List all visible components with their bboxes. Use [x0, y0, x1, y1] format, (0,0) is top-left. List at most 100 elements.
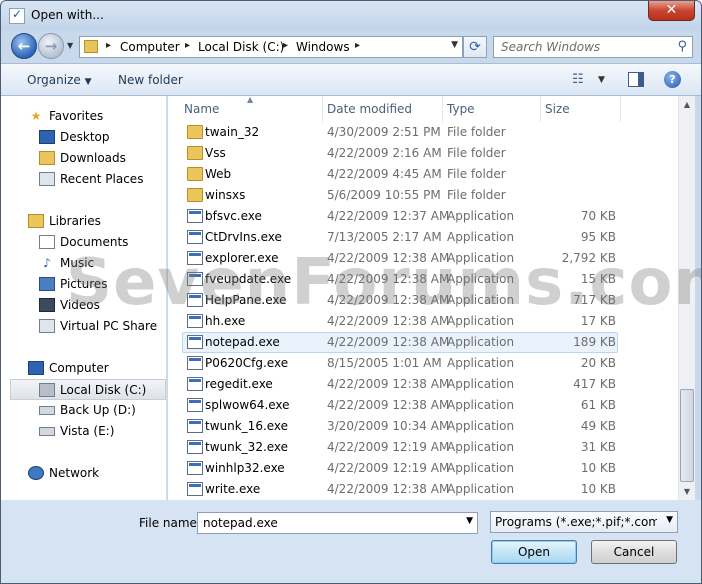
scroll-thumb[interactable] — [680, 389, 694, 482]
file-date: 4/22/2009 12:38 AM — [327, 335, 450, 349]
nav-favorites[interactable]: ★ Favorites — [1, 106, 166, 127]
change-view-icon[interactable]: ☷ — [572, 72, 584, 87]
vertical-scrollbar[interactable]: ▲ ▼ — [678, 96, 695, 500]
music-icon: ♪ — [43, 256, 51, 270]
file-row[interactable]: twunk_32.exe 4/22/2009 12:19 AM Applicatio… — [168, 437, 678, 458]
file-row[interactable]: fveupdate.exe 4/22/2009 12:38 AM Applicati… — [168, 269, 678, 290]
downloads-icon — [39, 151, 55, 165]
recent-locations-dropdown[interactable]: ▼ — [67, 41, 73, 50]
address-bar[interactable]: ▸ Computer ▸ Local Disk (C:) ▸ Windows ▸… — [79, 36, 463, 58]
file-name: splwow64.exe — [205, 398, 290, 412]
file-row[interactable]: bfsvc.exe 4/22/2009 12:37 AM Application 70… — [168, 206, 678, 227]
address-dropdown-icon[interactable]: ▼ — [451, 40, 458, 50]
file-date: 4/22/2009 12:38 AM — [327, 377, 450, 391]
back-button[interactable]: ← — [11, 33, 37, 59]
nav-documents[interactable]: Documents — [1, 232, 166, 253]
forward-arrow-icon: → — [44, 37, 58, 55]
nav-music[interactable]: ♪ Music — [1, 253, 166, 274]
forward-button[interactable]: → — [38, 33, 64, 59]
column-header-size[interactable]: Size — [541, 96, 621, 122]
nav-videos[interactable]: Videos — [1, 295, 166, 316]
file-row[interactable]: regedit.exe 4/22/2009 12:38 AM Application… — [168, 374, 678, 395]
file-row[interactable]: winsxs 5/6/2009 10:55 PM File folder — [168, 185, 678, 206]
file-name: twunk_32.exe — [205, 440, 289, 454]
file-type: Application — [447, 272, 515, 286]
cancel-button[interactable]: Cancel — [591, 540, 677, 564]
search-input[interactable]: Search Windows ⚲ — [493, 36, 693, 58]
column-header-type[interactable]: Type — [443, 96, 541, 122]
file-row[interactable]: splwow64.exe 4/22/2009 12:38 AM Applicatio… — [168, 395, 678, 416]
nav-desktop[interactable]: Desktop — [1, 127, 166, 148]
file-row[interactable]: Vss 4/22/2009 2:16 AM File folder — [168, 143, 678, 164]
breadcrumb-separator-icon[interactable]: ▸ — [283, 40, 288, 51]
new-folder-button[interactable]: New folder — [118, 73, 183, 87]
breadcrumb-windows[interactable]: Windows — [296, 40, 350, 54]
libraries-icon — [28, 214, 44, 228]
file-row[interactable]: write.exe 4/22/2009 12:38 AM Application 10… — [168, 479, 678, 500]
file-date: 8/15/2005 1:01 AM — [327, 356, 442, 370]
nav-vista-e[interactable]: Vista (E:) — [1, 421, 166, 442]
file-row[interactable]: CtDrvIns.exe 7/13/2005 2:17 AM Application… — [168, 227, 678, 248]
nav-pictures[interactable]: Pictures — [1, 274, 166, 295]
file-row[interactable]: explorer.exe 4/22/2009 12:38 AM Applicatio… — [168, 248, 678, 269]
file-row[interactable]: Web 4/22/2009 4:45 AM File folder — [168, 164, 678, 185]
close-button[interactable]: ✕ — [648, 1, 695, 21]
file-row[interactable]: P0620Cfg.exe 8/15/2005 1:01 AM Application… — [168, 353, 678, 374]
scroll-up-icon[interactable]: ▲ — [679, 96, 695, 113]
refresh-button[interactable]: ⟳ — [463, 36, 487, 58]
breadcrumb-separator-icon[interactable]: ▸ — [185, 40, 190, 51]
file-row[interactable]: notepad.exe 4/22/2009 12:38 AM Application… — [168, 332, 678, 353]
file-row[interactable]: winhlp32.exe 4/22/2009 12:19 AM Applicatio… — [168, 458, 678, 479]
application-icon — [187, 314, 203, 328]
file-type-filter-select[interactable]: Programs (*.exe;*.pif;*.com;*.ba ▼ — [490, 511, 678, 533]
file-row[interactable]: hh.exe 4/22/2009 12:38 AM Application 17 KB — [168, 311, 678, 332]
organize-button[interactable]: Organize ▼ — [27, 73, 92, 87]
nav-local-disk-c[interactable]: Local Disk (C:) — [10, 379, 166, 400]
view-options-dropdown-icon[interactable]: ▼ — [598, 75, 605, 85]
nav-local-disk-label: Local Disk (C:) — [60, 383, 147, 397]
file-type: File folder — [447, 125, 506, 139]
file-name: winhlp32.exe — [205, 461, 285, 475]
chevron-down-icon[interactable]: ▼ — [466, 516, 473, 526]
nav-recent-places[interactable]: Recent Places — [1, 169, 166, 190]
column-header-name[interactable]: Name ▲ — [168, 95, 323, 122]
file-type: Application — [447, 461, 515, 475]
file-name: CtDrvIns.exe — [205, 230, 282, 244]
file-size: 31 KB — [580, 440, 616, 454]
file-size: 17 KB — [580, 314, 616, 328]
nav-network[interactable]: Network — [1, 463, 166, 484]
nav-downloads[interactable]: Downloads — [1, 148, 166, 169]
navigation-bar: ← → ▼ ▸ Computer ▸ Local Disk (C:) ▸ Win… — [1, 31, 701, 63]
nav-computer[interactable]: Computer — [1, 358, 166, 379]
file-row[interactable]: twain_32 4/30/2009 2:51 PM File folder — [168, 122, 678, 143]
column-name-label: Name — [184, 102, 220, 116]
file-date: 4/22/2009 12:38 AM — [327, 482, 450, 496]
scroll-down-icon[interactable]: ▼ — [679, 483, 695, 500]
breadcrumb-computer[interactable]: Computer — [120, 40, 180, 54]
breadcrumb-local-disk[interactable]: Local Disk (C:) — [198, 40, 284, 54]
column-header-date[interactable]: Date modified — [323, 96, 443, 122]
open-button[interactable]: Open — [491, 540, 577, 564]
help-icon[interactable]: ? — [664, 71, 681, 88]
file-name-input[interactable]: notepad.exe ▼ — [197, 512, 478, 534]
search-placeholder: Search Windows — [501, 40, 601, 54]
nav-virtual-pc-share[interactable]: Virtual PC Share — [1, 316, 166, 337]
navigation-pane: ★ Favorites Desktop Downloads Recent Pla… — [1, 96, 167, 500]
file-type: File folder — [447, 167, 506, 181]
file-date: 3/20/2009 10:34 AM — [327, 419, 450, 433]
file-date: 4/22/2009 12:37 AM — [327, 209, 450, 223]
file-date: 4/22/2009 12:19 AM — [327, 440, 450, 454]
search-icon[interactable]: ⚲ — [677, 39, 687, 54]
command-bar: Organize ▼ New folder ☷ ▼ ? — [1, 63, 701, 96]
file-row[interactable]: HelpPane.exe 4/22/2009 12:38 AM Applicatio… — [168, 290, 678, 311]
dialog-title: Open with... — [31, 8, 104, 22]
breadcrumb-separator-icon[interactable]: ▸ — [106, 40, 111, 51]
nav-virtual-pc-share-label: Virtual PC Share — [60, 319, 158, 333]
nav-back-up-d[interactable]: Back Up (D:) — [1, 400, 166, 421]
preview-pane-icon[interactable] — [628, 72, 644, 87]
share-icon — [39, 319, 55, 333]
file-row[interactable]: twunk_16.exe 3/20/2009 10:34 AM Applicatio… — [168, 416, 678, 437]
nav-libraries[interactable]: Libraries — [1, 211, 166, 232]
breadcrumb-separator-icon[interactable]: ▸ — [355, 40, 360, 51]
nav-favorites-label: Favorites — [49, 109, 104, 123]
